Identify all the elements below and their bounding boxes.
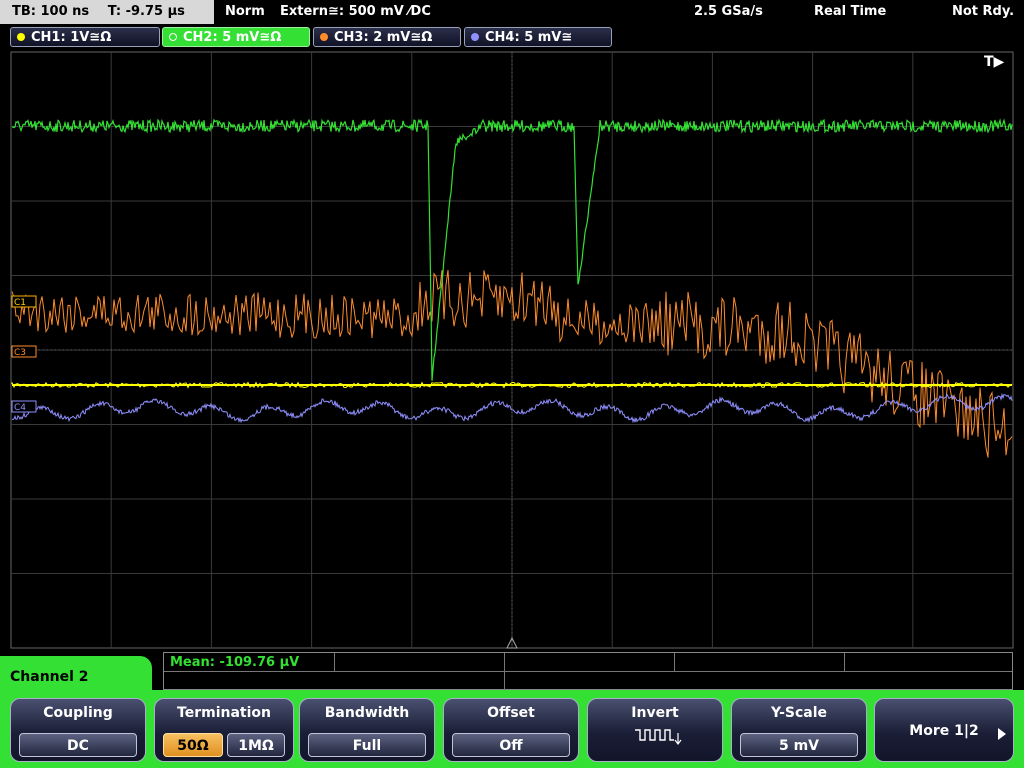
channel-4-label: CH4: 5 mV≅	[485, 30, 573, 45]
channel-3-dot-icon	[320, 33, 328, 41]
timebase-readout[interactable]: TB: 100 ns T: -9.75 µs	[0, 0, 214, 24]
channel-2-label: CH2: 5 mV≅Ω	[183, 30, 282, 45]
softkey-bar: Coupling DC Termination 50Ω 1MΩ Bandwidt…	[0, 690, 1024, 768]
termination-label: Termination	[177, 705, 271, 721]
termination-softkey[interactable]: Termination 50Ω 1MΩ	[154, 698, 294, 762]
trigger-time-value: T: -9.75 µs	[107, 4, 185, 19]
measurement-cell-divider	[334, 653, 335, 671]
coupling-value[interactable]: DC	[19, 733, 137, 757]
channel-1-label: CH1: 1V≅Ω	[31, 30, 112, 45]
measurement-cell-divider	[674, 653, 675, 671]
channel-tab-3[interactable]: CH3: 2 mV≅Ω	[313, 27, 461, 47]
channel-3-label: CH3: 2 mV≅Ω	[334, 30, 433, 45]
channel-tab-2[interactable]: CH2: 5 mV≅Ω	[162, 27, 310, 47]
channel-1-marker-label: C1	[14, 298, 26, 308]
measurement-cell-divider	[844, 653, 845, 671]
waveform-display[interactable]: C3 C1 C4 T▶	[0, 50, 1024, 650]
channel-3-marker[interactable]: C3	[11, 345, 37, 358]
invert-label: Invert	[631, 705, 679, 721]
status-bar: TB: 100 ns T: -9.75 µs Norm Extern≅: 500…	[0, 0, 1024, 24]
more-softkey[interactable]: More 1|2	[874, 698, 1014, 762]
acquisition-mode: Real Time	[814, 4, 887, 19]
bandwidth-label: Bandwidth	[324, 705, 410, 721]
channel-4-dot-icon	[471, 33, 479, 41]
y-scale-value[interactable]: 5 mV	[740, 733, 858, 757]
timebase-value: TB: 100 ns	[12, 4, 90, 19]
mean-measurement: Mean: -109.76 µV	[170, 655, 300, 670]
measurement-bar: Mean: -109.76 µV	[163, 652, 1013, 691]
offset-softkey[interactable]: Offset Off	[443, 698, 579, 762]
channel-3-marker-label: C3	[14, 348, 26, 358]
coupling-label: Coupling	[43, 705, 113, 721]
channel-tabs: CH1: 1V≅Ω CH2: 5 mV≅Ω CH3: 2 mV≅Ω CH4: 5…	[0, 25, 1024, 49]
offset-label: Offset	[487, 705, 535, 721]
measurement-cell-divider	[504, 653, 505, 691]
trigger-source[interactable]: Extern≅: 500 mV ⁄DC	[280, 0, 431, 24]
bandwidth-softkey[interactable]: Bandwidth Full	[299, 698, 435, 762]
y-scale-label: Y-Scale	[770, 705, 827, 721]
coupling-softkey[interactable]: Coupling DC	[10, 698, 146, 762]
channel-tab-1[interactable]: CH1: 1V≅Ω	[10, 27, 160, 47]
chevron-right-icon	[998, 728, 1006, 740]
termination-1-megohm-option[interactable]: 1MΩ	[227, 733, 285, 757]
channel-1-dot-icon	[17, 33, 25, 41]
more-label: More 1|2	[909, 723, 979, 739]
channel-2-dot-icon	[169, 33, 177, 41]
termination-50-ohm-option[interactable]: 50Ω	[163, 733, 223, 757]
acquisition-status: Not Rdy.	[952, 4, 1015, 19]
measurement-row-divider	[164, 671, 1012, 672]
inverted-pulse-icon	[635, 729, 682, 745]
bandwidth-value[interactable]: Full	[308, 733, 426, 757]
trigger-position-marker[interactable]: T▶	[984, 54, 1005, 70]
sample-rate: 2.5 GSa/s	[694, 4, 763, 19]
channel-tab-4[interactable]: CH4: 5 mV≅	[464, 27, 612, 47]
channel-1-marker[interactable]: C1	[11, 295, 37, 308]
trigger-mode[interactable]: Norm	[225, 0, 265, 24]
channel-4-marker[interactable]: C4	[11, 400, 37, 413]
channel-4-marker-label: C4	[14, 403, 26, 413]
invert-softkey[interactable]: Invert	[587, 698, 723, 762]
offset-value[interactable]: Off	[452, 733, 570, 757]
y-scale-softkey[interactable]: Y-Scale 5 mV	[731, 698, 867, 762]
